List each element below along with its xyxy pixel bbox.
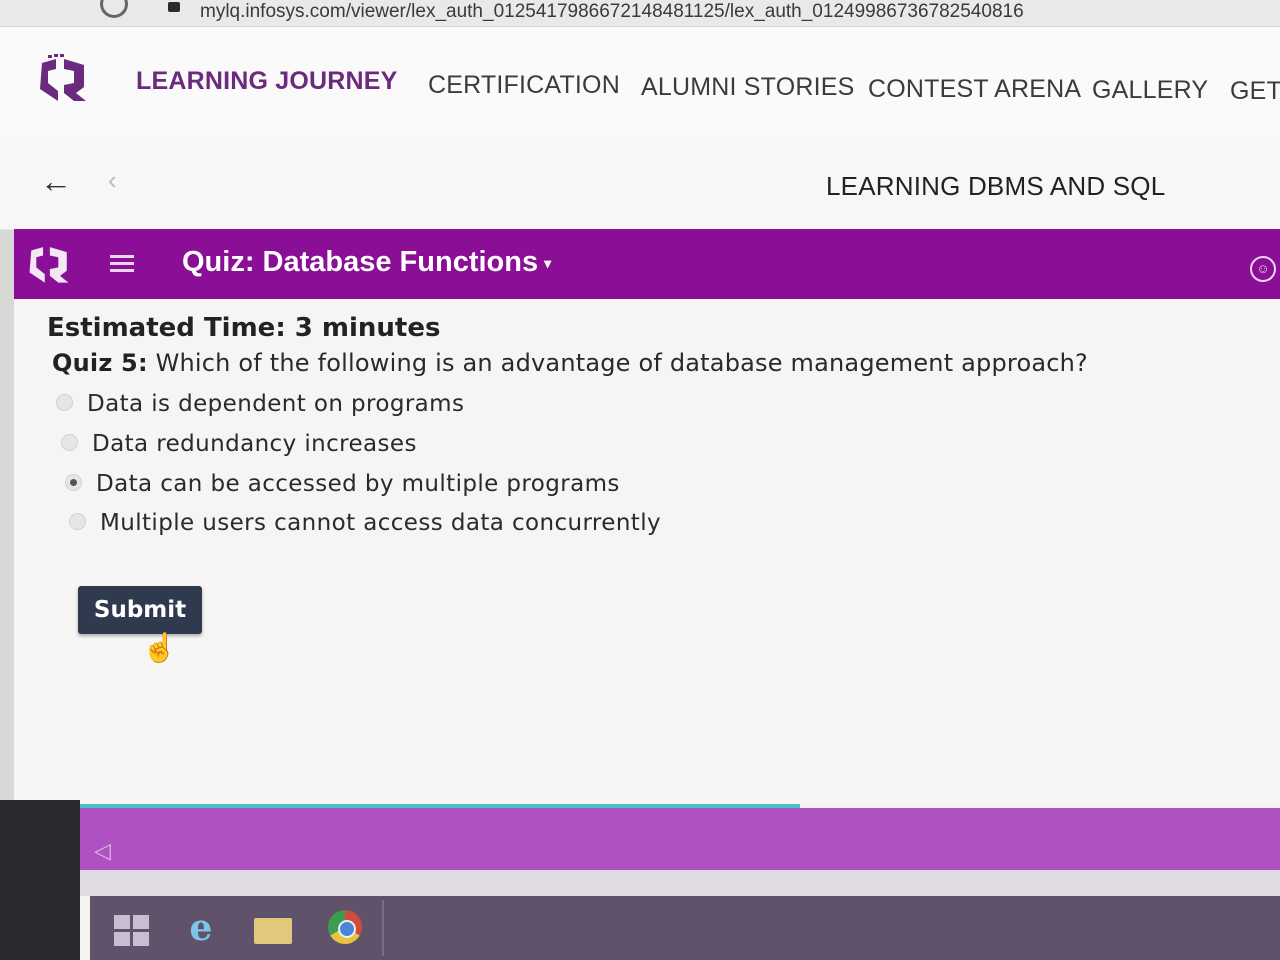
footer-strip: [80, 870, 1280, 896]
nav-alumni-stories[interactable]: ALUMNI STORIES: [641, 73, 855, 102]
windows-start-icon[interactable]: [108, 906, 154, 950]
internet-explorer-icon[interactable]: e: [178, 906, 224, 950]
course-title: LEARNING DBMS AND SQL: [826, 171, 1166, 201]
chevron-left-icon[interactable]: ‹: [108, 165, 117, 196]
option-1[interactable]: Data is dependent on programs: [56, 391, 464, 417]
previous-icon[interactable]: ◁: [94, 838, 111, 864]
question-number: Quiz 5:: [52, 349, 148, 377]
lock-icon: [168, 2, 180, 12]
breadcrumb: ← ‹ LEARNING DBMS AND SQL: [0, 137, 1280, 230]
option-label: Data redundancy increases: [92, 431, 417, 457]
radio-option-4[interactable]: [69, 513, 86, 530]
radio-option-3[interactable]: [65, 474, 82, 491]
url-text[interactable]: mylq.infosys.com/viewer/lex_auth_0125417…: [200, 0, 1024, 24]
windows-taskbar: e: [90, 896, 1280, 960]
nav-learning-journey[interactable]: LEARNING JOURNEY: [136, 67, 398, 96]
file-explorer-icon[interactable]: [250, 906, 296, 950]
taskbar-divider: [382, 900, 384, 956]
question: Quiz 5: Which of the following is an adv…: [52, 349, 1088, 377]
chrome-icon[interactable]: [322, 906, 368, 950]
submit-button[interactable]: Submit: [78, 586, 202, 634]
browser-address-bar[interactable]: mylq.infosys.com/viewer/lex_auth_0125417…: [0, 0, 1280, 27]
refresh-icon[interactable]: [100, 0, 128, 18]
option-4[interactable]: Multiple users cannot access data concur…: [69, 510, 661, 536]
nav-gallery[interactable]: GALLERY: [1092, 76, 1208, 105]
radio-option-1[interactable]: [56, 394, 73, 411]
nav-get[interactable]: GET: [1230, 77, 1280, 106]
option-3[interactable]: Data can be accessed by multiple program…: [65, 471, 620, 497]
nav-contest-arena[interactable]: CONTEST ARENA: [868, 75, 1081, 104]
nav-certification[interactable]: CERTIFICATION: [428, 71, 620, 100]
quiz-content: Estimated Time: 3 minutes Quiz 5: Which …: [14, 299, 1280, 804]
option-label: Data can be accessed by multiple program…: [96, 471, 620, 497]
option-label: Data is dependent on programs: [87, 391, 465, 417]
quiz-title-dropdown[interactable]: Quiz: Database Functions ▾: [182, 246, 551, 279]
arrow-left-icon[interactable]: ←: [40, 163, 72, 200]
top-navigation: LEARNING JOURNEY CERTIFICATION ALUMNI ST…: [0, 27, 1280, 137]
monitor-bezel: [0, 800, 80, 960]
smiley-icon[interactable]: ☺: [1250, 256, 1276, 282]
hamburger-icon[interactable]: [110, 255, 134, 273]
radio-option-2[interactable]: [61, 434, 78, 451]
quiz-title-text: Quiz: Database Functions: [182, 246, 539, 278]
lex-logo-icon[interactable]: [24, 242, 74, 286]
option-label: Multiple users cannot access data concur…: [100, 510, 662, 536]
lex-logo-icon[interactable]: [34, 53, 92, 105]
quiz-header-bar: Quiz: Database Functions ▾ ☺: [14, 229, 1280, 299]
bottom-navigation-bar: ◁: [80, 808, 1280, 870]
estimated-time: Estimated Time: 3 minutes: [47, 313, 441, 343]
chevron-down-icon: ▾: [544, 254, 552, 271]
option-2[interactable]: Data redundancy increases: [61, 431, 417, 457]
question-text: Which of the following is an advantage o…: [147, 349, 1088, 377]
hand-cursor-icon: ☝: [142, 632, 177, 663]
